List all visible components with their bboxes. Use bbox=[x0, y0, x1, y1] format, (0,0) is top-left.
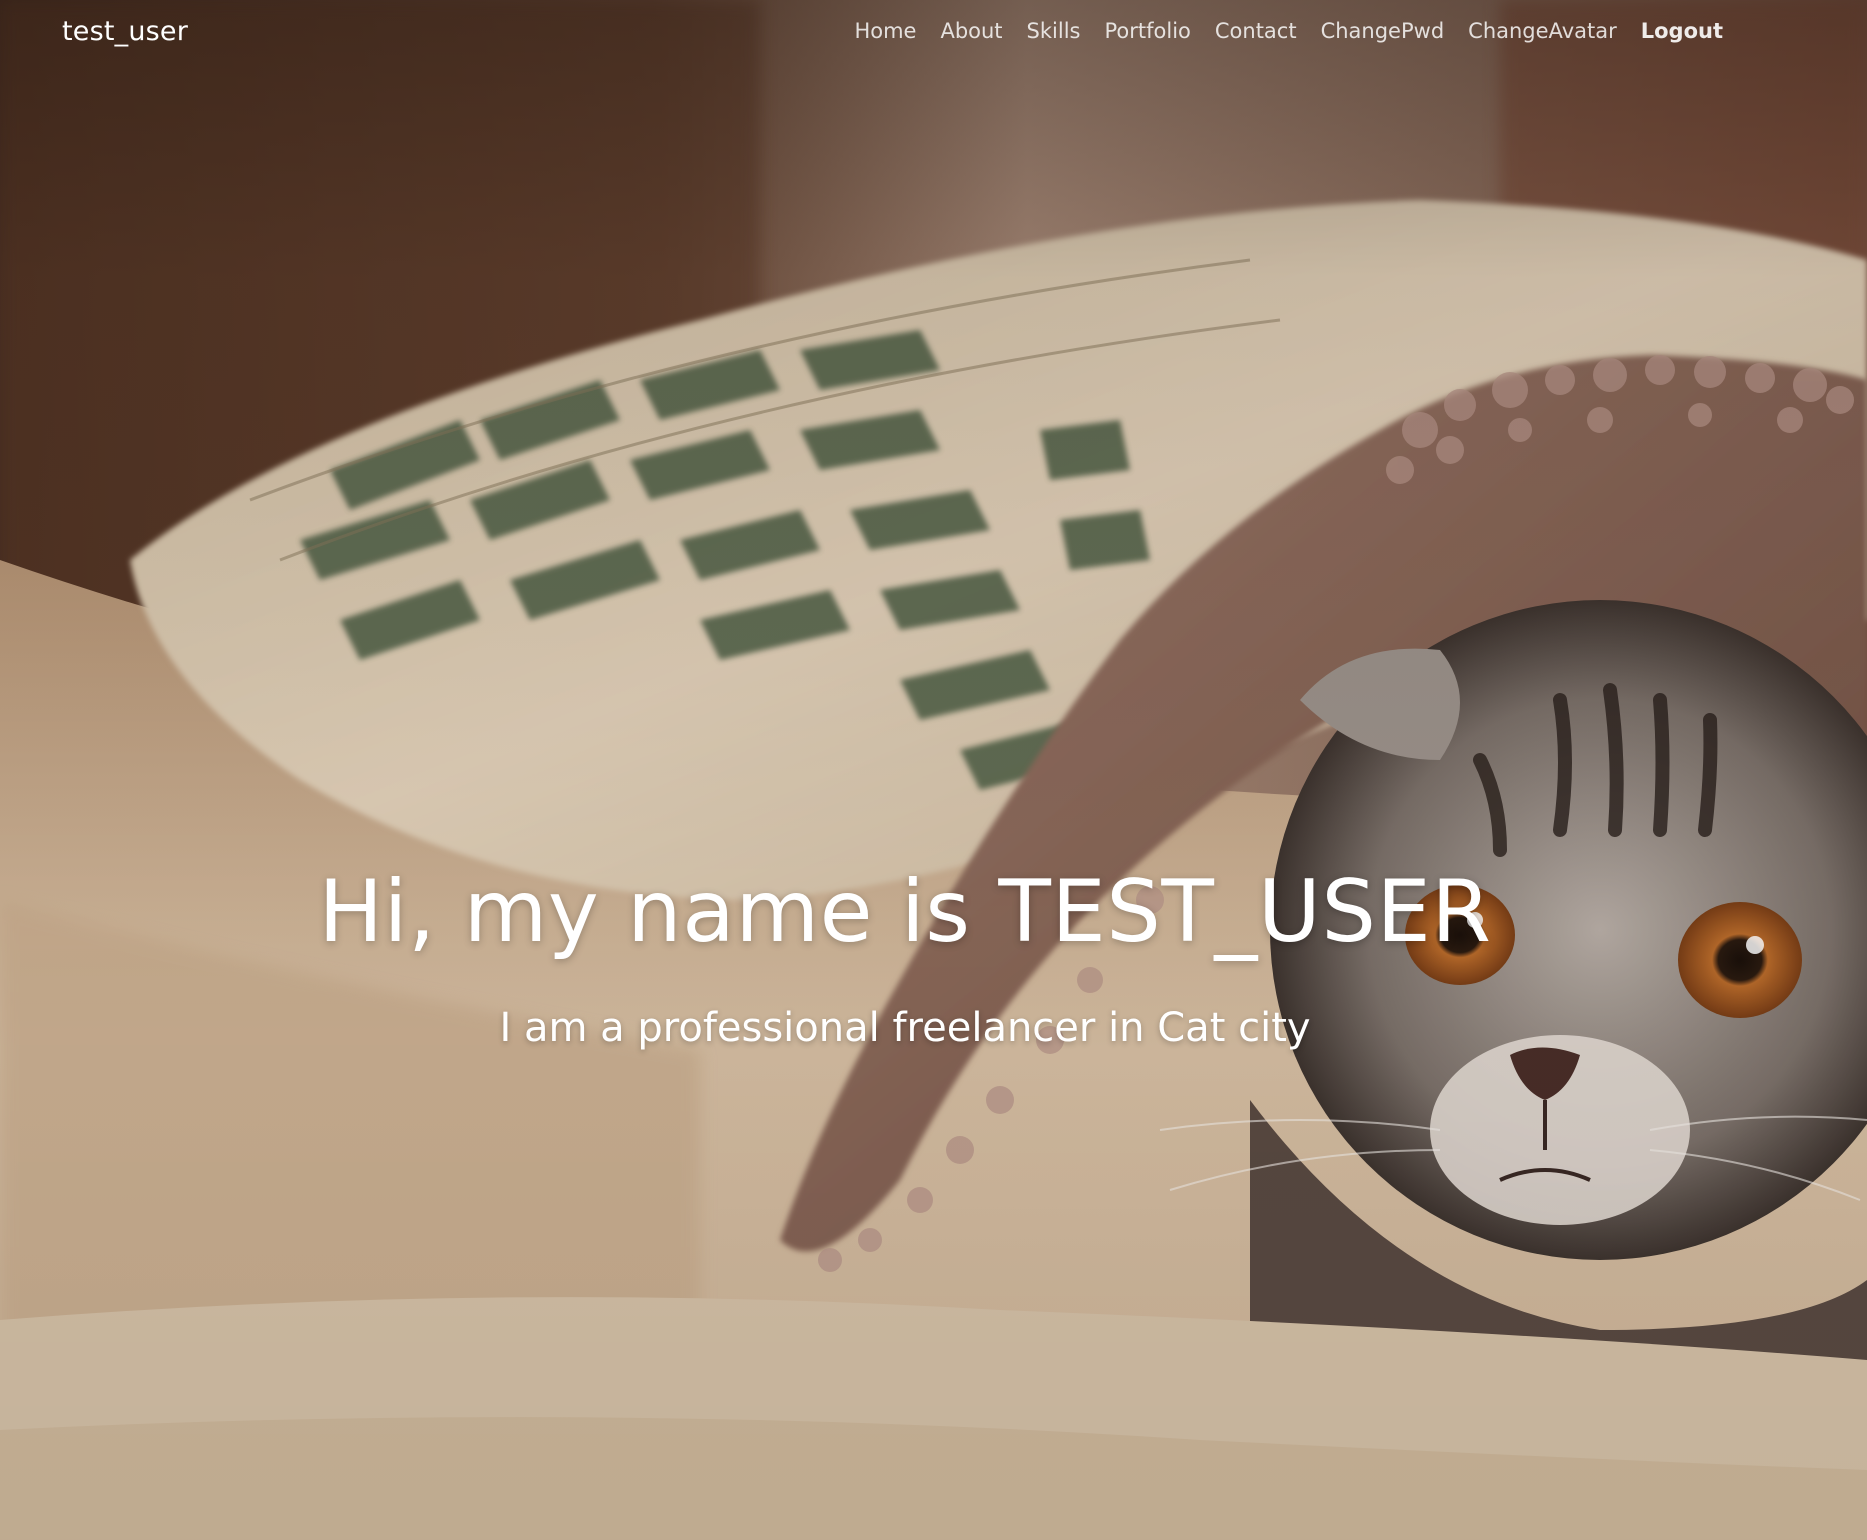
hero-section bbox=[0, 0, 1867, 1540]
hero-overlay bbox=[0, 0, 1867, 1540]
hero-subtitle: I am a professional freelancer in Cat ci… bbox=[499, 1005, 1311, 1051]
navbar: test_user Home About Skills Portfolio Co… bbox=[0, 0, 1867, 70]
nav-link-skills[interactable]: Skills bbox=[1027, 19, 1081, 43]
nav-links: Home About Skills Portfolio Contact Chan… bbox=[830, 19, 1723, 43]
brand-logo[interactable]: test_user bbox=[62, 16, 188, 47]
nav-link-about[interactable]: About bbox=[940, 19, 1002, 43]
hero-title: Hi, my name is TEST_USER bbox=[318, 862, 1492, 962]
nav-link-portfolio[interactable]: Portfolio bbox=[1104, 19, 1190, 43]
nav-link-changeavatar[interactable]: ChangeAvatar bbox=[1468, 19, 1617, 43]
nav-link-contact[interactable]: Contact bbox=[1215, 19, 1297, 43]
nav-link-home[interactable]: Home bbox=[854, 19, 916, 43]
nav-link-changepwd[interactable]: ChangePwd bbox=[1321, 19, 1445, 43]
nav-link-logout[interactable]: Logout bbox=[1641, 19, 1723, 43]
